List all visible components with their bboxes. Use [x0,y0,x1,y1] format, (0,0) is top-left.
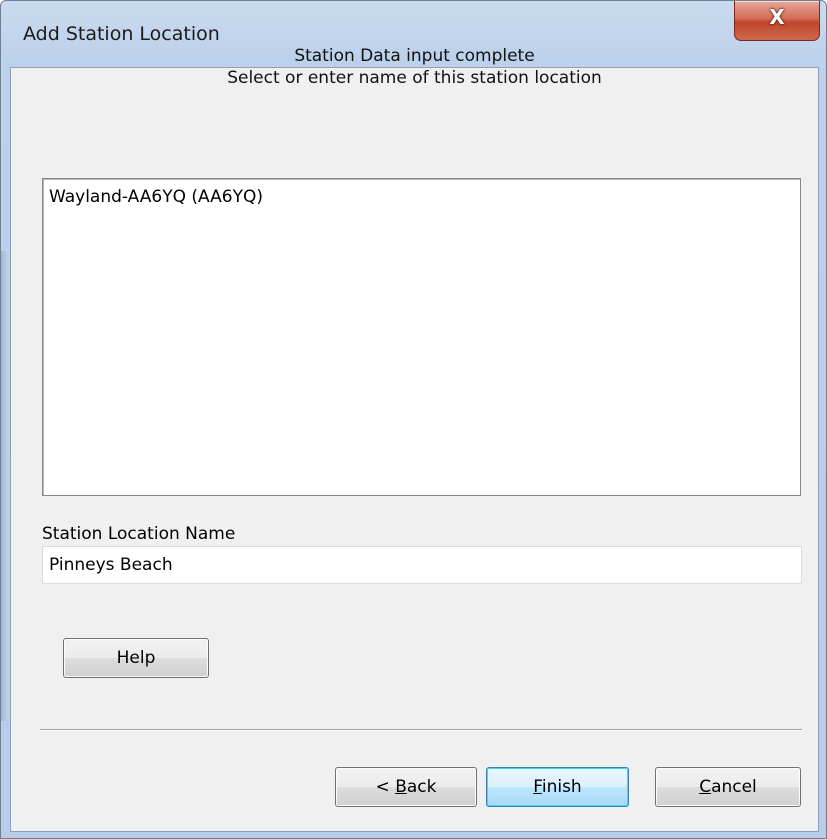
cancel-button-label: ancel [711,777,757,797]
cancel-button-mnemonic: C [699,777,712,797]
instruction-line-1: Station Data input complete [294,46,535,66]
close-button[interactable]: X [734,1,820,41]
back-button-mnemonic: B [395,777,407,797]
back-button-label: ack [406,777,437,797]
list-item[interactable]: Wayland-AA6YQ (AA6YQ) [49,187,263,207]
station-location-name-label: Station Location Name [42,524,236,544]
instruction-text: Station Data input complete Select or en… [1,45,827,89]
separator [40,729,802,731]
station-location-name-input[interactable] [42,546,802,584]
cancel-button[interactable]: Cancel [655,767,801,807]
dialog-window: Add Station Location X Station Data inpu… [0,0,827,839]
station-location-list[interactable]: Wayland-AA6YQ (AA6YQ) [42,178,801,496]
window-title: Add Station Location [23,23,220,45]
back-button-prefix: < [375,777,396,797]
help-button[interactable]: Help [63,638,209,678]
finish-button[interactable]: Finish [486,767,629,807]
finish-button-mnemonic: F [533,777,542,797]
instruction-line-2: Select or enter name of this station loc… [227,68,602,88]
finish-button-label: inish [541,777,582,797]
back-button[interactable]: < Back [335,767,477,807]
help-button-label: Help [116,648,156,668]
close-icon: X [769,5,785,29]
